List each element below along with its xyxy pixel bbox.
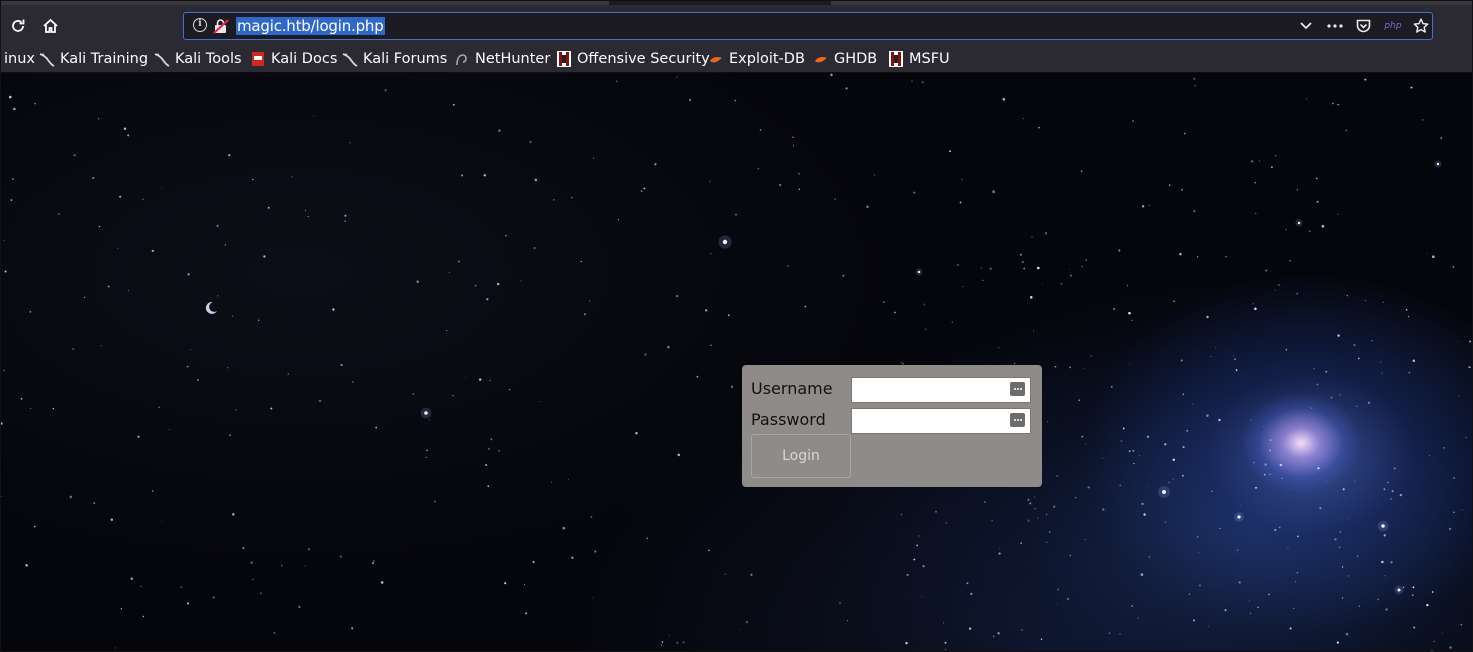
active-tab-indicator[interactable] [609,1,831,5]
more-icon[interactable] [1326,17,1344,35]
tab-strip [1,1,1472,5]
exploitdb-icon [813,51,829,67]
bookmark-label: MSFU [909,51,950,67]
bookmark-kali-forums[interactable]: Kali Forums [342,49,447,69]
chevron-down-icon[interactable] [1298,17,1314,35]
login-form: Username Password Login [742,365,1042,487]
bookmarks-toolbar: inux Kali Training Kali Tools Kali Docs … [1,45,1472,73]
kali-dragon-icon [39,51,55,67]
offsec-icon [888,51,904,67]
bookmark-label: inux [4,51,35,67]
username-input[interactable] [851,377,1031,403]
insecure-lock-icon[interactable] [213,18,229,34]
bookmark-kali-linux[interactable]: inux [4,49,35,69]
nethunter-icon [454,51,470,67]
username-label: Username [751,379,833,398]
browser-toolbar: i magic.htb/login.php php [1,1,1472,45]
bookmark-label: Kali Training [60,51,149,67]
password-manager-icon[interactable] [1010,413,1025,427]
url-text[interactable]: magic.htb/login.php [236,17,385,35]
page-content: Username Password Login [1,73,1472,651]
bookmark-kali-tools[interactable]: Kali Tools [154,49,242,69]
bookmark-kali-docs[interactable]: Kali Docs [250,49,337,69]
password-input[interactable] [851,408,1031,434]
star-icon[interactable] [1412,17,1430,35]
bookmark-exploit-db[interactable]: Exploit-DB [708,49,805,69]
kali-docs-icon [250,51,266,67]
home-icon[interactable] [39,15,61,37]
kali-dragon-icon [342,51,358,67]
password-manager-icon[interactable] [1010,382,1025,396]
login-button[interactable]: Login [751,434,851,478]
pocket-icon[interactable] [1354,17,1372,35]
bookmark-label: Kali Tools [175,51,242,67]
bookmark-kali-training[interactable]: Kali Training [39,49,148,69]
bookmark-label: NetHunter [475,51,551,67]
bookmark-nethunter[interactable]: NetHunter [454,49,550,69]
kali-dragon-icon [154,51,170,67]
bookmark-label: Kali Docs [271,51,338,67]
bookmark-label: Exploit-DB [729,51,805,67]
reload-icon[interactable] [7,15,29,37]
bookmark-label: Offensive Security [577,51,710,67]
info-icon[interactable]: i [193,18,207,32]
exploitdb-icon [708,51,724,67]
bookmark-offensive-security[interactable]: Offensive Security [556,49,710,69]
bookmark-msfu[interactable]: MSFU [888,49,950,69]
browser-window: i magic.htb/login.php php inux Kali Trai… [0,0,1473,652]
bookmark-label: Kali Forums [363,51,448,67]
offsec-icon [556,51,572,67]
bookmark-label: GHDB [834,51,878,67]
space-background [1,73,1471,651]
bookmark-ghdb[interactable]: GHDB [813,49,877,69]
password-label: Password [751,410,826,429]
php-badge-icon[interactable]: php [1382,17,1404,35]
url-bar[interactable]: i magic.htb/login.php php [183,12,1433,40]
